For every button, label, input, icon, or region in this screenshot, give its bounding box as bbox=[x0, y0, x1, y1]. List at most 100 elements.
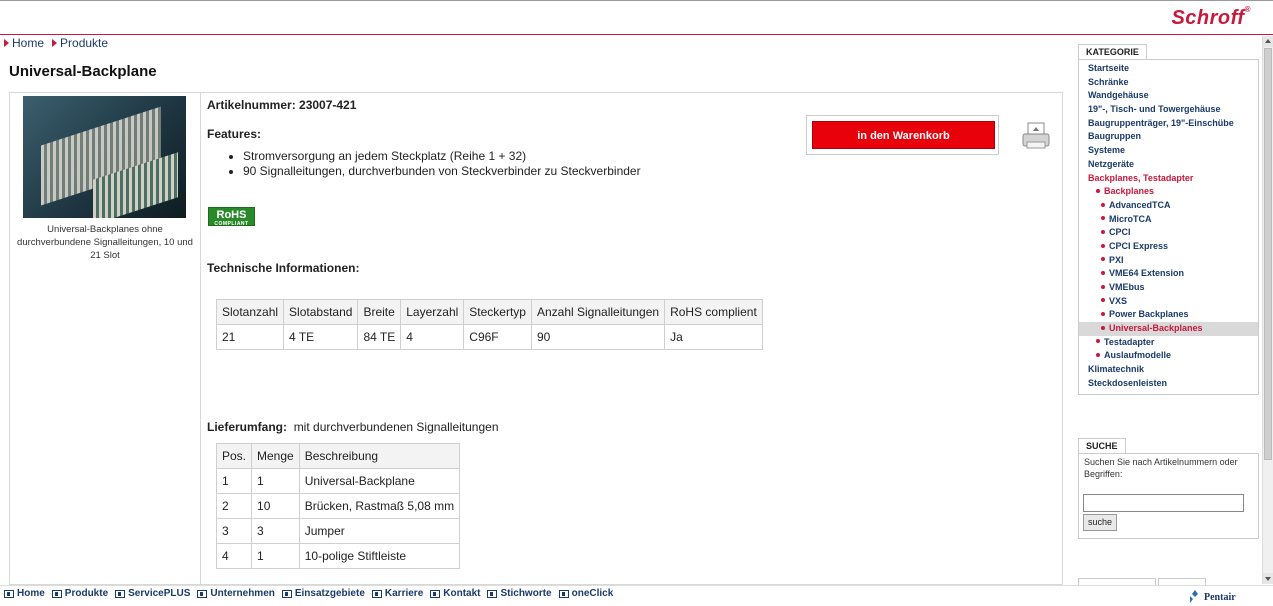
search-button[interactable]: suche bbox=[1083, 514, 1117, 531]
table-cell: 21 bbox=[215, 324, 285, 350]
category-auslaufmodelle[interactable]: Auslaufmodelle bbox=[1079, 349, 1258, 363]
bullet-icon bbox=[1101, 216, 1105, 221]
footer-link-oneclick[interactable]: oneClick bbox=[558, 588, 613, 599]
category-baugruppentraeger[interactable]: Baugruppenträger, 19"-Einschübe bbox=[1079, 117, 1258, 131]
pentair-logo[interactable]: Pentair bbox=[1188, 590, 1236, 604]
bullet-icon bbox=[1096, 188, 1100, 193]
category-steckdosenleisten[interactable]: Steckdosenleisten bbox=[1079, 377, 1258, 391]
category-universal-backplanes[interactable]: Universal-Backplanes bbox=[1079, 322, 1258, 336]
table-cell: 4 bbox=[215, 543, 253, 569]
footer-link-home[interactable]: Home bbox=[4, 588, 45, 599]
table-cell: 2 bbox=[215, 493, 253, 519]
bullet-icon bbox=[1101, 270, 1105, 275]
footer-link-stichworte[interactable]: Stichworte bbox=[487, 588, 552, 599]
schroff-logo[interactable]: Schroff® bbox=[1171, 5, 1251, 30]
footer-link-einsatzgebiete[interactable]: Einsatzgebiete bbox=[281, 588, 365, 599]
footer-link-unternehmen[interactable]: Unternehmen bbox=[197, 588, 275, 599]
window-icon bbox=[487, 589, 498, 598]
window-icon bbox=[558, 589, 569, 598]
product-image-column: Universal-Backplanes ohne durchverbunden… bbox=[9, 92, 201, 585]
category-towergehaeuse[interactable]: 19"-, Tisch- und Towergehäuse bbox=[1079, 103, 1258, 117]
bullet-icon bbox=[1101, 202, 1105, 207]
bullet-icon bbox=[1101, 229, 1105, 234]
category-backplanes[interactable]: Backplanes bbox=[1079, 185, 1258, 199]
table-header-cell: Slotanzahl bbox=[215, 299, 285, 325]
category-wandgehaeuse[interactable]: Wandgehäuse bbox=[1079, 89, 1258, 103]
tab-kategorie[interactable]: KATEGORIE bbox=[1078, 44, 1147, 60]
product-image-caption: Universal-Backplanes ohne durchverbunden… bbox=[17, 224, 193, 261]
category-power-backplanes[interactable]: Power Backplanes bbox=[1079, 308, 1258, 322]
category-baugruppen[interactable]: Baugruppen bbox=[1079, 130, 1258, 144]
category-testadapter[interactable]: Testadapter bbox=[1079, 336, 1258, 350]
table-cell: 4 bbox=[400, 324, 465, 350]
tab-suche[interactable]: SUCHE bbox=[1078, 438, 1126, 454]
table-cell: 84 TE bbox=[357, 324, 402, 350]
window-icon bbox=[430, 589, 441, 598]
category-vmebus[interactable]: VMEbus bbox=[1079, 281, 1258, 295]
scope-of-delivery: Lieferumfang: mit durchverbundenen Signa… bbox=[207, 420, 499, 434]
table-cell: 1 bbox=[215, 468, 253, 494]
footer-link-kontakt[interactable]: Kontakt bbox=[430, 588, 480, 599]
rohs-badge: RoHS COMPLIANT bbox=[208, 207, 255, 227]
bullet-icon bbox=[1101, 284, 1105, 289]
category-vxs[interactable]: VXS bbox=[1079, 295, 1258, 309]
window-icon bbox=[197, 589, 208, 598]
print-icon[interactable] bbox=[1020, 120, 1052, 152]
breadcrumb-home[interactable]: Home bbox=[4, 36, 44, 50]
category-backplanes-testadapter[interactable]: Backplanes, Testadapter bbox=[1079, 172, 1258, 186]
footer-bar: Home Produkte ServicePLUS Unternehmen Ei… bbox=[0, 585, 1273, 606]
breadcrumb-produkte[interactable]: Produkte bbox=[52, 36, 108, 50]
category-panel: Startseite Schränke Wandgehäuse 19"-, Ti… bbox=[1078, 59, 1259, 395]
category-pxi[interactable]: PXI bbox=[1079, 254, 1258, 268]
table-cell: Brücken, Rastmaß 5,08 mm bbox=[298, 493, 461, 519]
scroll-thumb[interactable] bbox=[1264, 48, 1272, 460]
triangle-right-icon bbox=[4, 39, 9, 47]
table-cell: Ja bbox=[664, 324, 763, 350]
window-icon bbox=[4, 589, 14, 598]
table-header-cell: Anzahl Signalleitungen bbox=[530, 299, 666, 325]
category-advancedtca[interactable]: AdvancedTCA bbox=[1079, 199, 1258, 213]
scope-table: Pos. Menge Beschreibung 1 1 Universal-Ba… bbox=[215, 443, 461, 569]
add-to-cart-button[interactable]: in den Warenkorb bbox=[812, 121, 995, 149]
table-row: 1 1 Universal-Backplane bbox=[215, 468, 461, 494]
category-cpci[interactable]: CPCI bbox=[1079, 226, 1258, 240]
table-cell: C96F bbox=[463, 324, 532, 350]
table-cell: 1 bbox=[251, 468, 300, 494]
category-netzgeraete[interactable]: Netzgeräte bbox=[1079, 158, 1258, 172]
scrollbar[interactable] bbox=[1262, 36, 1273, 584]
category-microtca[interactable]: MicroTCA bbox=[1079, 213, 1258, 227]
pentair-mark-icon bbox=[1190, 590, 1198, 603]
table-header-cell: Beschreibung bbox=[298, 443, 461, 469]
product-image[interactable] bbox=[23, 96, 186, 218]
features-list: Stromversorgung an jedem Steckplatz (Rei… bbox=[243, 149, 641, 179]
bullet-icon bbox=[1096, 339, 1100, 344]
category-klimatechnik[interactable]: Klimatechnik bbox=[1079, 363, 1258, 377]
tech-info-table: Slotanzahl Slotabstand Breite Layerzahl … bbox=[215, 299, 763, 350]
window-icon bbox=[115, 589, 126, 598]
category-vme64-extension[interactable]: VME64 Extension bbox=[1079, 267, 1258, 281]
table-cell: 1 bbox=[251, 543, 300, 569]
table-cell: 10 bbox=[251, 493, 300, 519]
window-icon bbox=[371, 589, 382, 598]
search-hint: Suchen Sie nach Artikelnummern oder Begr… bbox=[1084, 457, 1238, 479]
bullet-icon bbox=[1101, 312, 1105, 316]
features-heading: Features: bbox=[207, 127, 262, 141]
scroll-up-arrow-icon[interactable] bbox=[1263, 36, 1273, 47]
table-header-cell: Menge bbox=[251, 443, 300, 469]
category-systeme[interactable]: Systeme bbox=[1079, 144, 1258, 158]
table-header-cell: Steckertyp bbox=[463, 299, 532, 325]
scroll-down-arrow-icon[interactable] bbox=[1263, 573, 1273, 584]
category-startseite[interactable]: Startseite bbox=[1079, 62, 1258, 76]
footer-link-karriere[interactable]: Karriere bbox=[371, 588, 423, 599]
breadcrumb: Home Produkte bbox=[4, 36, 108, 50]
table-cell: Jumper bbox=[298, 518, 461, 544]
footer-link-produkte[interactable]: Produkte bbox=[51, 588, 108, 599]
page-title: Universal-Backplane bbox=[9, 63, 157, 80]
category-schraenke[interactable]: Schränke bbox=[1079, 76, 1258, 90]
bullet-icon bbox=[1101, 257, 1105, 262]
category-cpci-express[interactable]: CPCI Express bbox=[1079, 240, 1258, 254]
search-input[interactable] bbox=[1083, 494, 1244, 512]
table-row: 21 4 TE 84 TE 4 C96F 90 Ja bbox=[215, 324, 763, 350]
footer-link-serviceplus[interactable]: ServicePLUS bbox=[115, 588, 190, 599]
article-number: Artikelnummer: 23007-421 bbox=[207, 98, 357, 112]
